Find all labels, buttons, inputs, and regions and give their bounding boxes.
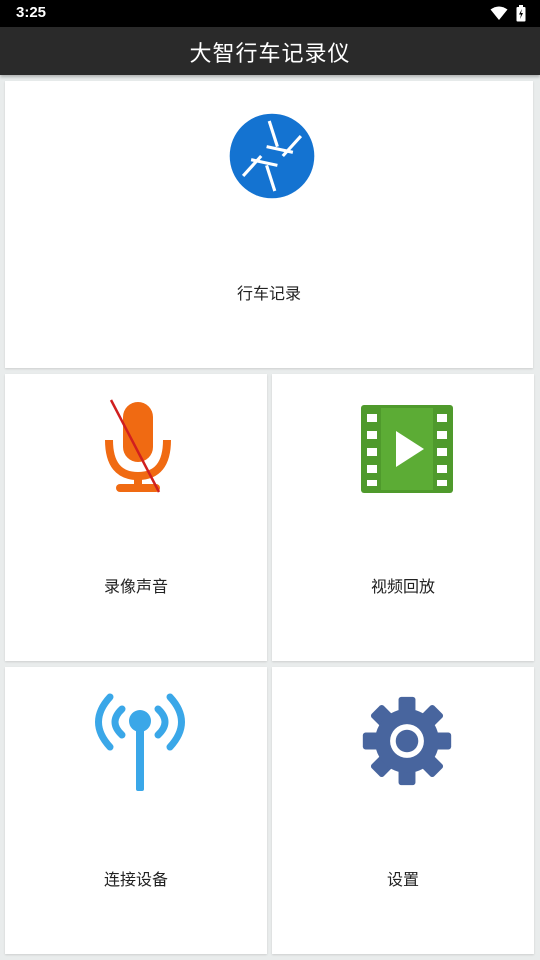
- tile-driving-record[interactable]: 行车记录: [5, 81, 533, 368]
- tile-connect-device[interactable]: 连接设备: [5, 667, 267, 954]
- camera-shutter-icon: [229, 113, 315, 199]
- tile-settings[interactable]: 设置: [272, 667, 534, 954]
- tile-label: 连接设备: [103, 870, 168, 889]
- video-playback-icon: [361, 405, 453, 493]
- wifi-icon: [490, 6, 508, 20]
- tile-label: 录像声音: [103, 577, 168, 596]
- status-bar: 3:25: [0, 0, 540, 27]
- battery-icon: [516, 5, 526, 22]
- microphone-muted-icon: [105, 399, 171, 493]
- tile-label: 设置: [386, 870, 419, 889]
- tile-record-sound[interactable]: 录像声音: [5, 374, 267, 661]
- gear-icon: [362, 696, 452, 786]
- app-bar: 大智行车记录仪: [0, 27, 540, 75]
- app-title: 大智行车记录仪: [189, 42, 351, 67]
- tile-label: 视频回放: [370, 577, 435, 596]
- antenna-signal-icon: [95, 693, 185, 791]
- status-time: 3:25: [16, 4, 47, 21]
- tile-video-playback[interactable]: 视频回放: [272, 374, 534, 661]
- status-icons: [490, 5, 526, 22]
- tile-label: 行车记录: [236, 284, 301, 303]
